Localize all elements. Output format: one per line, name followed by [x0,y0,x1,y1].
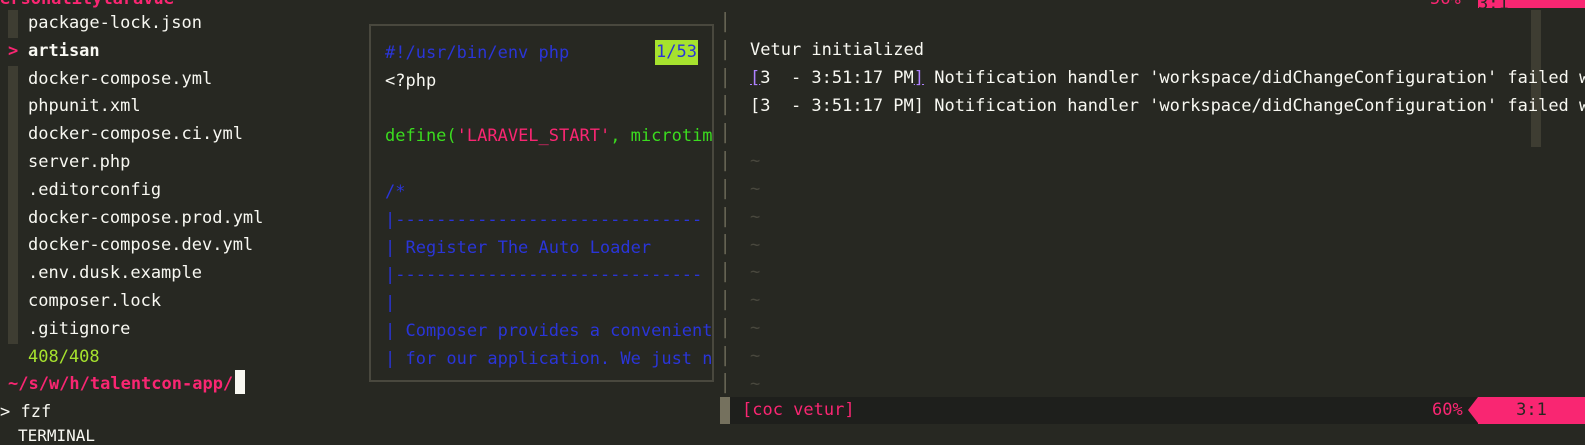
list-item[interactable]: docker-compose.dev.yml [0,232,365,261]
top-status-position: 3:1 [1478,0,1585,14]
prompt-path-text: ~/s/w/h/talentcon-app/ [8,374,234,394]
split-separator: │ [720,263,731,284]
split-separator: │ [720,179,731,200]
matched-bracket: [ [750,67,761,88]
terminal-label-clipped: TERMINAL [18,426,96,445]
empty-line-marker: ~ [750,262,761,283]
split-separator: │ [720,207,731,228]
shell-command-line: > fzf [0,402,52,422]
code-line: | Register The Auto Loader [385,237,652,258]
code-line: | [385,293,396,314]
empty-line-marker: ~ [750,290,761,311]
empty-line-marker: ~ [750,179,761,199]
list-item[interactable]: .env.dusk.example [0,260,365,288]
matched-bracket: ] [913,67,925,88]
fzf-prompt[interactable]: ~/s/w/h/talentcon-app/ [8,370,246,398]
list-item[interactable]: .gitignore [0,315,365,344]
list-item[interactable]: docker-compose.ci.yml [0,121,365,149]
split-separator: │ [720,235,731,256]
cursor-position: 3:1 [1478,397,1585,424]
empty-line-marker: ~ [750,206,761,227]
empty-line-marker: ~ [750,151,761,172]
list-item[interactable]: docker-compose.yml [0,65,365,94]
code-line: #!/usr/bin/env php [385,43,570,63]
list-item-selected[interactable]: > artisan [0,38,365,66]
fzf-file-list: package-lock.json > artisan docker-compos… [0,10,365,371]
list-item[interactable]: docker-compose.prod.yml [0,204,365,233]
text-cursor [235,370,246,394]
split-separator: │ [720,374,731,395]
code-line: | Composer provides a convenient [385,321,713,341]
split-separator: │ [720,291,731,311]
code-line: /* [385,182,406,202]
empty-line-marker: ~ [750,318,761,338]
scroll-percent: 60% [1432,400,1463,420]
buffer-name: [coc vetur] [742,400,855,420]
split-separator: │ [720,346,731,367]
status-mode-block [720,397,730,424]
log-line: [3 - 3:51:17 PM] Notification handler 'w… [750,67,1585,88]
empty-line-marker: ~ [750,345,761,366]
code-line: define('LARAVEL_START', microtim [385,126,713,147]
split-separator: │ [720,318,731,339]
list-item[interactable]: composer.lock [0,287,365,316]
selection-pointer-icon: > [8,40,19,61]
split-separator: │ [720,68,731,89]
list-item[interactable]: .editorconfig [0,176,365,205]
preview-line-counter: 1/53 [655,40,698,65]
log-line: [3 - 3:51:17 PM] Notification handler 'w… [750,95,1585,116]
match-count-row: 408/408 [0,344,365,372]
empty-line-marker: ~ [750,234,761,255]
code-line: |------------------------------ [385,265,703,286]
list-item[interactable]: server.php [0,148,365,177]
empty-line-marker: ~ [750,373,761,394]
list-item[interactable]: phpunit.xml [0,93,365,122]
list-item[interactable]: package-lock.json [0,10,365,38]
top-status-percent: 56% [1430,0,1461,9]
powerline-arrow-icon [1468,397,1478,423]
code-line: |------------------------------ [385,209,703,230]
code-line: | for our application. We just n [385,348,713,369]
split-separator: │ [720,96,731,117]
match-count: 408/408 [28,346,100,367]
split-separator: │ [720,13,731,33]
window-title-clipped: ersonalitylaravue [0,0,174,9]
log-line: Vetur initialized [750,40,924,60]
split-separator: │ [720,40,731,61]
split-separator: │ [720,124,731,145]
code-line: <?php [385,70,437,91]
split-separator: │ [720,152,731,172]
file-preview-pane: #!/usr/bin/env php 1/53 <?php define('LA… [369,24,714,382]
